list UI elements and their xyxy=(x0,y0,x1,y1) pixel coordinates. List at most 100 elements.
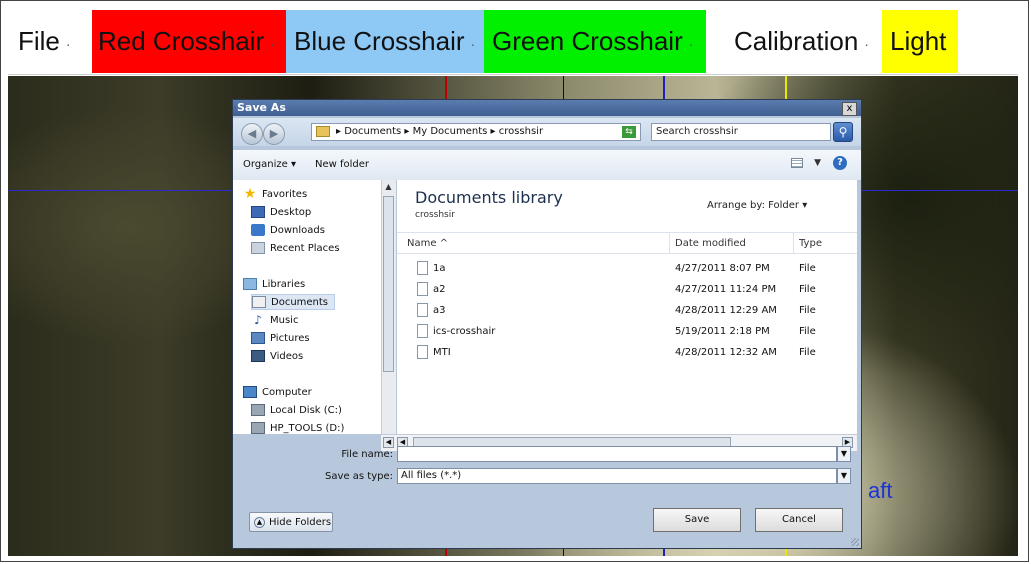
file-row[interactable]: 1a 4/27/2011 8:07 PM File xyxy=(397,260,857,278)
file-row[interactable]: MTI 4/28/2011 12:32 AM File xyxy=(397,344,857,362)
scroll-thumb[interactable] xyxy=(383,196,394,372)
command-bar: Organize ▾ New folder ▼ ? xyxy=(233,150,861,181)
save-button[interactable]: Save xyxy=(653,508,741,532)
nav-libraries[interactable]: Libraries xyxy=(243,276,305,292)
breadcrumb[interactable]: ▸ Documents ▸ My Documents ▸ crosshsir xyxy=(336,126,543,137)
nav-label: Documents xyxy=(271,296,329,308)
address-bar[interactable]: ▸ Documents ▸ My Documents ▸ crosshsir ▼… xyxy=(311,123,689,141)
file-date: 4/27/2011 11:24 PM xyxy=(675,284,777,295)
nav-label: Libraries xyxy=(262,278,306,290)
file-type: File xyxy=(799,263,816,274)
nav-desktop[interactable]: Desktop xyxy=(251,204,311,220)
resize-grip-icon[interactable] xyxy=(851,538,859,546)
nav-label: Favorites xyxy=(262,188,308,200)
file-name-label: File name: xyxy=(341,449,393,460)
nav-downloads[interactable]: Downloads xyxy=(251,222,325,238)
view-options-icon[interactable] xyxy=(791,158,803,168)
organize-button[interactable]: Organize ▾ xyxy=(243,159,296,170)
menu-light[interactable]: Light xyxy=(882,10,958,73)
menu-file[interactable]: File · xyxy=(10,10,88,73)
chevron-down-icon[interactable]: ▼ xyxy=(814,158,821,168)
videos-icon xyxy=(251,350,265,362)
file-icon xyxy=(417,282,428,296)
pictures-icon xyxy=(251,332,265,344)
libraries-icon xyxy=(243,278,257,290)
nav-favorites[interactable]: ★ Favorites xyxy=(243,186,307,202)
hide-folders-label: Hide Folders xyxy=(269,516,332,528)
disk-icon xyxy=(251,404,265,416)
nav-pictures[interactable]: Pictures xyxy=(251,330,310,346)
menu-green-crosshair[interactable]: Green Crosshair · xyxy=(484,10,706,73)
chevron-up-icon: ▲ xyxy=(254,516,265,528)
chevron-down-icon[interactable]: ▼ xyxy=(837,446,851,462)
menu-arrow-icon: · xyxy=(688,35,694,52)
save-type-row: Save as type: All files (*.*) ▼ xyxy=(233,468,861,486)
menu-green-label: Green Crosshair xyxy=(492,26,683,56)
file-name: ics-crosshair xyxy=(433,326,496,337)
scroll-up-icon[interactable]: ▲ xyxy=(383,181,394,193)
nav-label: Recent Places xyxy=(270,242,340,254)
column-name[interactable]: Name ^ xyxy=(407,238,448,249)
search-input[interactable]: Search crosshsir xyxy=(651,123,831,141)
arrange-by-dropdown[interactable]: Arrange by: Folder ▾ xyxy=(707,200,807,211)
menu-calibration[interactable]: Calibration · xyxy=(726,10,882,73)
address-row: ◀ ▶ ▸ Documents ▸ My Documents ▸ crosshs… xyxy=(233,118,861,146)
folder-icon xyxy=(316,126,330,137)
nav-local-disk[interactable]: Local Disk (C:) xyxy=(251,402,342,418)
nav-hp-tools[interactable]: HP_TOOLS (D:) xyxy=(251,420,344,434)
file-type: File xyxy=(799,305,816,316)
chevron-down-icon[interactable]: ▼ xyxy=(837,468,851,484)
help-icon[interactable]: ? xyxy=(833,156,847,170)
menu-light-label: Light xyxy=(890,26,947,56)
column-date-modified[interactable]: Date modified xyxy=(675,238,746,249)
nav-scrollbar[interactable]: ▲ xyxy=(381,180,396,434)
file-row[interactable]: a2 4/27/2011 11:24 PM File xyxy=(397,281,857,299)
save-as-dialog: Save As x ◀ ▶ ▸ Documents ▸ My Documents… xyxy=(232,99,862,549)
save-type-label: Save as type: xyxy=(325,471,393,482)
file-name-row: File name: ▼ xyxy=(233,446,861,464)
close-icon[interactable]: x xyxy=(842,102,857,116)
refresh-icon[interactable]: ⇆ xyxy=(622,126,636,138)
nav-computer[interactable]: Computer xyxy=(243,384,312,400)
menu-calibration-label: Calibration xyxy=(734,26,859,56)
hide-folders-button[interactable]: ▲ Hide Folders xyxy=(249,512,333,532)
save-type-select[interactable]: All files (*.*) xyxy=(397,468,837,484)
documents-icon xyxy=(252,296,266,308)
search-icon[interactable]: ⚲ xyxy=(833,122,853,142)
cancel-button[interactable]: Cancel xyxy=(755,508,843,532)
file-icon xyxy=(417,261,428,275)
forward-arrow-icon[interactable]: ▶ xyxy=(263,123,285,145)
menu-file-label: File xyxy=(18,26,60,56)
menu-arrow-icon: · xyxy=(65,35,71,52)
nav-videos[interactable]: Videos xyxy=(251,348,303,364)
downloads-icon xyxy=(251,224,265,236)
column-divider[interactable] xyxy=(793,233,794,253)
menu-red-label: Red Crosshair xyxy=(98,26,265,56)
menu-red-crosshair[interactable]: Red Crosshair · xyxy=(92,10,286,73)
computer-icon xyxy=(243,386,257,398)
column-type[interactable]: Type xyxy=(799,238,822,249)
disk-icon xyxy=(251,422,265,434)
back-arrow-icon[interactable]: ◀ xyxy=(241,123,263,145)
file-name: MTI xyxy=(433,347,451,358)
dialog-title: Save As xyxy=(237,101,286,114)
file-row[interactable]: ics-crosshair 5/19/2011 2:18 PM File xyxy=(397,323,857,341)
file-list-pane: Documents library crosshsir Arrange by: … xyxy=(397,180,857,434)
nav-documents[interactable]: Documents xyxy=(251,294,336,310)
file-name: 1a xyxy=(433,263,446,274)
file-name-input[interactable] xyxy=(397,446,837,462)
column-divider[interactable] xyxy=(669,233,670,253)
nav-music[interactable]: ♪ Music xyxy=(251,312,298,328)
desktop-icon xyxy=(251,206,265,218)
menu-blue-crosshair[interactable]: Blue Crosshair · xyxy=(286,10,484,73)
music-icon: ♪ xyxy=(254,313,262,327)
file-row[interactable]: a3 4/28/2011 12:29 AM File xyxy=(397,302,857,320)
recent-places-icon xyxy=(251,242,265,254)
new-folder-button[interactable]: New folder xyxy=(315,159,369,170)
nav-recent-places[interactable]: Recent Places xyxy=(251,240,340,256)
dialog-titlebar[interactable]: Save As x xyxy=(233,100,861,116)
menu-arrow-icon: · xyxy=(470,35,476,52)
file-icon xyxy=(417,345,428,359)
overlay-label: aft xyxy=(868,478,893,503)
file-date: 5/19/2011 2:18 PM xyxy=(675,326,770,337)
